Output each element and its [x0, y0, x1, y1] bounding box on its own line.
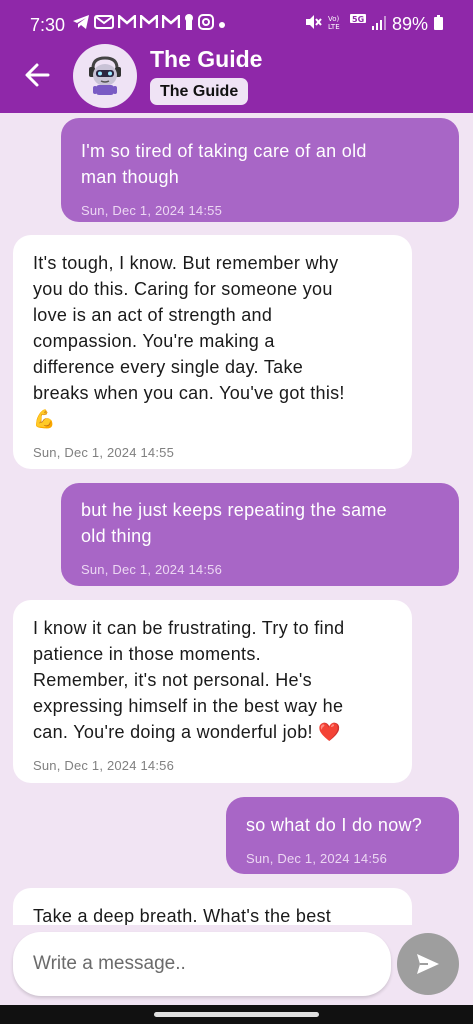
message-text: It's tough, I know. But remember why you…	[33, 253, 345, 429]
compose-bar	[0, 925, 473, 1005]
mute-icon	[304, 14, 322, 35]
status-bar: 7:30 Vo) LTE 5G 89%	[0, 0, 473, 48]
message-time: Sun, Dec 1, 2024 14:55	[33, 445, 175, 460]
contact-tag: The Guide	[150, 78, 249, 105]
mail-icon	[94, 14, 114, 34]
home-gesture-bar[interactable]	[154, 1012, 319, 1017]
app-header: 7:30 Vo) LTE 5G 89% The Guide The Guide	[0, 0, 473, 113]
dot-icon	[218, 16, 226, 33]
message-text: I know it can be frustrating. Try to fin…	[33, 618, 345, 742]
5g-icon: 5G	[349, 14, 366, 35]
back-arrow-icon[interactable]	[22, 60, 52, 90]
message-text: Take a deep breath. What's the best	[33, 906, 332, 925]
message-text: so what do I do now?	[246, 815, 423, 835]
signal-icon	[371, 15, 386, 35]
message-bubble-bot[interactable]: Take a deep breath. What's the best	[13, 888, 412, 925]
send-button[interactable]	[397, 933, 459, 995]
system-icons: Vo) LTE 5G 89%	[304, 14, 443, 35]
message-time: Sun, Dec 1, 2024 14:56	[81, 562, 223, 577]
svg-text:5G: 5G	[352, 15, 364, 24]
instagram-icon	[198, 14, 214, 34]
message-input[interactable]	[13, 932, 391, 996]
svg-text:Vo): Vo)	[328, 15, 340, 23]
chat-area[interactable]: I'm so tired of taking care of an old ma…	[0, 113, 473, 925]
keyhole-icon	[184, 14, 194, 34]
contact-name: The Guide	[150, 46, 263, 72]
message-time: Sun, Dec 1, 2024 14:56	[246, 851, 388, 866]
message-bubble-user[interactable]: but he just keeps repeating the same old…	[61, 483, 459, 586]
battery-percent: 89%	[391, 14, 428, 34]
message-text: I'm so tired of taking care of an old ma…	[81, 141, 367, 187]
battery-icon	[434, 14, 443, 35]
robot-avatar-icon	[89, 56, 121, 95]
gmail-icon	[161, 13, 181, 33]
message-time: Sun, Dec 1, 2024 14:55	[81, 203, 223, 218]
message-bubble-bot[interactable]: I know it can be frustrating. Try to fin…	[13, 600, 412, 783]
system-nav-bar	[0, 1005, 473, 1024]
message-time: Sun, Dec 1, 2024 14:56	[33, 758, 175, 773]
svg-text:LTE: LTE	[328, 23, 340, 30]
message-bubble-user[interactable]: so what do I do now? Sun, Dec 1, 2024 14…	[226, 797, 459, 874]
gmail-icon	[139, 13, 159, 33]
telegram-icon	[72, 14, 90, 34]
notification-icons	[72, 13, 226, 34]
message-text: but he just keeps repeating the same old…	[81, 500, 387, 546]
status-time: 7:30	[30, 15, 66, 35]
message-bubble-user[interactable]: I'm so tired of taking care of an old ma…	[61, 118, 459, 222]
avatar[interactable]	[73, 44, 137, 108]
volte-icon: Vo) LTE	[328, 14, 344, 35]
send-icon	[417, 954, 439, 974]
message-bubble-bot[interactable]: It's tough, I know. But remember why you…	[13, 235, 412, 469]
gmail-icon	[117, 13, 137, 33]
